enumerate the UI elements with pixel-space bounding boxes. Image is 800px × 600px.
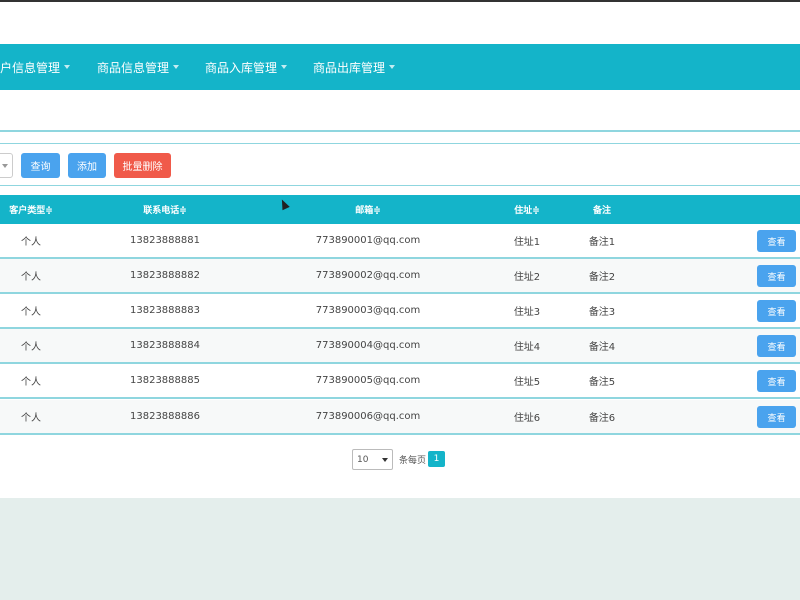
cell-remark: 备注2 xyxy=(588,272,616,283)
batch-delete-button[interactable]: 批量删除 xyxy=(114,153,171,178)
main-nav-bar: 户信息管理 商品信息管理 商品入库管理 商品出库管理 xyxy=(0,44,800,90)
view-button[interactable]: 查看 xyxy=(757,370,796,392)
chevron-down-icon xyxy=(382,458,388,462)
cell-phone: 13823888882 xyxy=(130,270,200,281)
query-button[interactable]: 查询 xyxy=(21,153,60,178)
chevron-down-icon xyxy=(2,164,8,168)
cell-address: 住址1 xyxy=(513,237,541,248)
cell-customer-type: 个人 xyxy=(21,237,41,248)
search-toolbar: 查询 添加 批量删除 xyxy=(0,143,800,186)
pagination: 10 条每页 1 xyxy=(0,449,800,471)
nav-item-label: 商品入库管理 xyxy=(205,60,278,75)
view-button[interactable]: 查看 xyxy=(757,265,796,287)
cell-phone: 13823888884 xyxy=(130,340,200,351)
table-row: 个人 13823888886 773890006@qq.com 住址6 备注6 查看 xyxy=(0,400,800,435)
nav-item-product-info[interactable]: 商品信息管理 xyxy=(97,44,180,90)
page-size-select[interactable]: 10 xyxy=(352,449,393,470)
cell-email: 773890006@qq.com xyxy=(315,411,421,422)
table-row: 个人 13823888883 773890003@qq.com 住址3 备注3 查看 xyxy=(0,294,800,329)
cell-address: 住址6 xyxy=(513,413,541,424)
column-header-remark: 备注 xyxy=(592,206,611,216)
cell-remark: 备注1 xyxy=(588,237,616,248)
nav-item-label: 商品信息管理 xyxy=(97,60,170,75)
column-header-customer-type[interactable]: 客户类型≑ xyxy=(0,195,62,224)
table-row: 个人 13823888881 773890001@qq.com 住址1 备注1 查看 xyxy=(0,224,800,259)
nav-item-stock-in[interactable]: 商品入库管理 xyxy=(205,44,288,90)
column-header-phone[interactable]: 联系电话≑ xyxy=(125,195,205,224)
cell-customer-type: 个人 xyxy=(21,413,41,424)
cell-remark: 备注3 xyxy=(588,307,616,318)
table-row: 个人 13823888882 773890002@qq.com 住址2 备注2 查看 xyxy=(0,259,800,294)
view-button[interactable]: 查看 xyxy=(757,230,796,252)
cell-remark: 备注6 xyxy=(588,413,616,424)
caret-down-icon xyxy=(64,65,71,69)
nav-item-label: 户信息管理 xyxy=(0,60,61,75)
table-row: 个人 13823888884 773890004@qq.com 住址4 备注4 查看 xyxy=(0,329,800,364)
cell-phone: 13823888886 xyxy=(130,411,200,422)
cell-address: 住址5 xyxy=(513,377,541,388)
cell-phone: 13823888881 xyxy=(130,235,200,246)
view-button[interactable]: 查看 xyxy=(757,300,796,322)
column-header-address[interactable]: 住址≑ xyxy=(502,195,552,224)
cell-phone: 13823888885 xyxy=(130,375,200,386)
column-header-email[interactable]: 邮箱≑ xyxy=(328,195,408,224)
table-row: 个人 13823888885 773890005@qq.com 住址5 备注5 查看 xyxy=(0,364,800,399)
nav-item-stock-out[interactable]: 商品出库管理 xyxy=(313,44,396,90)
cell-remark: 备注5 xyxy=(588,377,616,388)
per-page-label: 条每页 xyxy=(399,456,427,466)
cell-address: 住址4 xyxy=(513,342,541,353)
cell-email: 773890005@qq.com xyxy=(315,375,421,386)
cell-customer-type: 个人 xyxy=(21,342,41,353)
nav-item-label: 商品出库管理 xyxy=(313,60,386,75)
caret-down-icon xyxy=(173,65,180,69)
page-size-value: 10 xyxy=(357,454,369,465)
caret-down-icon xyxy=(281,65,288,69)
view-button[interactable]: 查看 xyxy=(757,406,796,428)
top-header-bar xyxy=(0,0,800,44)
cell-email: 773890004@qq.com xyxy=(315,340,421,351)
cell-customer-type: 个人 xyxy=(21,272,41,283)
cell-email: 773890002@qq.com xyxy=(315,270,421,281)
cell-email: 773890003@qq.com xyxy=(315,305,421,316)
view-button[interactable]: 查看 xyxy=(757,335,796,357)
cell-customer-type: 个人 xyxy=(21,307,41,318)
cell-remark: 备注4 xyxy=(588,342,616,353)
table-header: 客户类型≑ 联系电话≑ 邮箱≑ 住址≑ 备注 xyxy=(0,195,800,224)
nav-item-customer-info[interactable]: 户信息管理 xyxy=(0,44,71,90)
cell-customer-type: 个人 xyxy=(21,377,41,388)
cell-email: 773890001@qq.com xyxy=(315,235,421,246)
add-button[interactable]: 添加 xyxy=(68,153,106,178)
cell-address: 住址3 xyxy=(513,307,541,318)
cell-phone: 13823888883 xyxy=(130,305,200,316)
filter-select[interactable] xyxy=(0,153,13,178)
cell-address: 住址2 xyxy=(513,272,541,283)
divider xyxy=(0,130,800,132)
caret-down-icon xyxy=(389,65,396,69)
page-number-button[interactable]: 1 xyxy=(428,451,445,467)
